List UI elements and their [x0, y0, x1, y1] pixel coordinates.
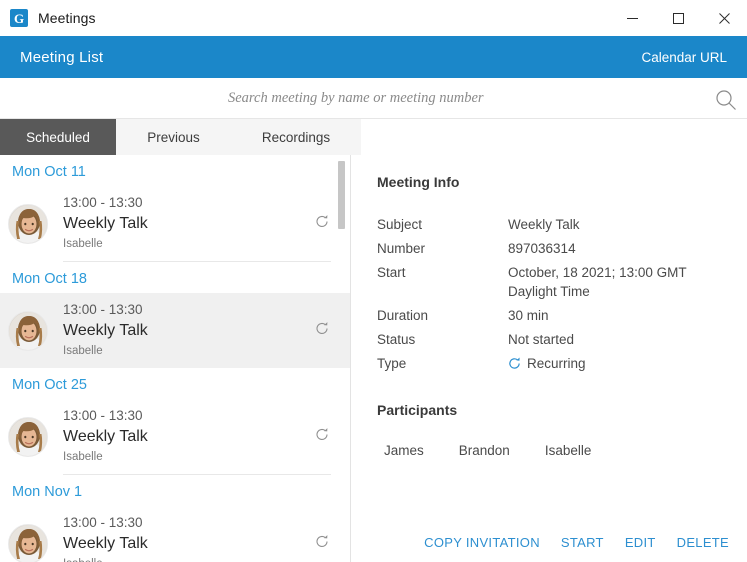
tab-scheduled[interactable]: Scheduled — [0, 119, 116, 155]
type-value-label: Recurring — [527, 356, 586, 371]
recurring-icon — [315, 534, 329, 553]
meeting-organizer: Isabelle — [63, 344, 103, 357]
meeting-title: Weekly Talk — [63, 534, 148, 552]
meeting-detail-panel: Meeting Info Subject Weekly Talk Number … — [352, 155, 747, 562]
meeting-item-text: 13:00 - 13:30 Weekly Talk Isabelle — [63, 514, 148, 562]
info-label-number: Number — [377, 241, 426, 256]
meeting-organizer: Isabelle — [63, 450, 103, 463]
blue-header-bar: Meeting List Calendar URL — [0, 36, 747, 78]
info-row-type: Type Recurring — [377, 354, 727, 373]
participant-item[interactable]: James — [384, 443, 424, 458]
info-row-duration: Duration 30 min — [377, 306, 727, 325]
meeting-item-text: 13:00 - 13:30 Weekly Talk Isabelle — [63, 407, 148, 467]
info-row-number: Number 897036314 — [377, 239, 727, 258]
detail-actions: COPY INVITATION START EDIT DELETE — [424, 535, 729, 550]
meeting-organizer: Isabelle — [63, 237, 103, 250]
date-group-header: Mon Oct 11 — [12, 164, 86, 180]
info-label-subject: Subject — [377, 217, 423, 232]
meeting-list-inner: Mon Oct 11 13:00 - 13:30 Weekly Talk Isa… — [0, 155, 350, 562]
date-group-header: Mon Oct 18 — [12, 271, 87, 287]
calendar-url-link[interactable]: Calendar URL — [641, 50, 727, 65]
meeting-time: 13:00 - 13:30 — [63, 194, 143, 210]
info-label-duration: Duration — [377, 308, 429, 323]
avatar — [8, 203, 48, 244]
info-value-status: Not started — [508, 332, 575, 347]
recurring-icon — [508, 357, 521, 370]
avatar — [8, 310, 48, 351]
tab-recordings[interactable]: Recordings — [231, 119, 361, 155]
page-title: Meeting List — [20, 48, 104, 66]
participant-item[interactable]: Brandon — [459, 443, 510, 458]
participants-list: James Brandon Isabelle — [384, 443, 591, 458]
info-label-start: Start — [377, 265, 406, 280]
recurring-icon — [315, 427, 329, 446]
search-bar — [0, 78, 747, 119]
meeting-list-item[interactable]: 13:00 - 13:30 Weekly Talk Isabelle — [0, 186, 350, 261]
minimize-icon[interactable] — [609, 0, 655, 36]
gotomeeting-logo-icon: G — [10, 9, 28, 27]
meeting-time: 13:00 - 13:30 — [63, 407, 143, 423]
date-group-header: Mon Oct 25 — [12, 377, 87, 393]
meeting-list-scrollbar[interactable] — [338, 155, 348, 562]
meeting-time: 13:00 - 13:30 — [63, 301, 143, 317]
copy-invitation-button[interactable]: COPY INVITATION — [424, 535, 540, 550]
info-label-status: Status — [377, 332, 416, 347]
info-row-status: Status Not started — [377, 330, 727, 349]
start-button[interactable]: START — [561, 535, 604, 550]
maximize-icon[interactable] — [655, 0, 701, 36]
meeting-item-text: 13:00 - 13:30 Weekly Talk Isabelle — [63, 194, 148, 254]
participant-item[interactable]: Isabelle — [545, 443, 592, 458]
info-value-number: 897036314 — [508, 241, 576, 256]
delete-button[interactable]: DELETE — [677, 535, 729, 550]
content-area: Mon Oct 11 13:00 - 13:30 Weekly Talk Isa… — [0, 155, 747, 562]
participants-title: Participants — [377, 402, 458, 418]
info-label-type: Type — [377, 356, 407, 371]
meeting-list-item[interactable]: 13:00 - 13:30 Weekly Talk Isabelle — [0, 399, 350, 474]
tab-previous[interactable]: Previous — [116, 119, 231, 155]
tab-previous-label: Previous — [147, 129, 200, 145]
meeting-list-item[interactable]: 13:00 - 13:30 Weekly Talk Isabelle — [0, 506, 350, 562]
search-input[interactable] — [228, 78, 708, 118]
tab-bar-filler — [361, 119, 747, 155]
tab-recordings-label: Recordings — [261, 129, 331, 145]
info-value-start: October, 18 2021; 13:00 GMT Daylight Tim… — [508, 265, 687, 299]
meeting-info-fields: Subject Weekly Talk Number 897036314 Sta… — [377, 215, 727, 378]
info-row-subject: Subject Weekly Talk — [377, 215, 727, 234]
search-icon[interactable] — [715, 89, 737, 111]
meetings-app-window: G Meetings Meeting List Calendar URL Sea… — [0, 0, 747, 562]
avatar — [8, 523, 48, 562]
meeting-time: 13:00 - 13:30 — [63, 514, 143, 530]
tab-bar: Scheduled Previous Recordings — [0, 119, 747, 155]
meeting-list-item[interactable]: 13:00 - 13:30 Weekly Talk Isabelle — [0, 293, 350, 368]
info-value-duration: 30 min — [508, 308, 549, 323]
window-title: Meetings — [38, 10, 96, 26]
info-value-type: Recurring — [508, 354, 727, 373]
meeting-list-panel[interactable]: Mon Oct 11 13:00 - 13:30 Weekly Talk Isa… — [0, 155, 351, 562]
meeting-info-title: Meeting Info — [377, 174, 460, 190]
recurring-icon — [315, 214, 329, 233]
info-value-subject: Weekly Talk — [508, 217, 580, 232]
title-bar: G Meetings — [0, 0, 747, 36]
close-icon[interactable] — [701, 0, 747, 36]
meeting-title: Weekly Talk — [63, 427, 148, 445]
meeting-title: Weekly Talk — [63, 321, 148, 339]
meeting-item-text: 13:00 - 13:30 Weekly Talk Isabelle — [63, 301, 148, 361]
recurring-icon — [315, 321, 329, 340]
info-row-start: Start October, 18 2021; 13:00 GMT Daylig… — [377, 263, 727, 301]
scrollbar-thumb[interactable] — [338, 161, 345, 229]
edit-button[interactable]: EDIT — [625, 535, 656, 550]
window-controls — [609, 0, 747, 36]
avatar — [8, 416, 48, 457]
meeting-organizer: Isabelle — [63, 556, 148, 562]
meeting-title: Weekly Talk — [63, 214, 148, 232]
tab-scheduled-label: Scheduled — [26, 129, 90, 145]
date-group-header: Mon Nov 1 — [12, 484, 83, 500]
